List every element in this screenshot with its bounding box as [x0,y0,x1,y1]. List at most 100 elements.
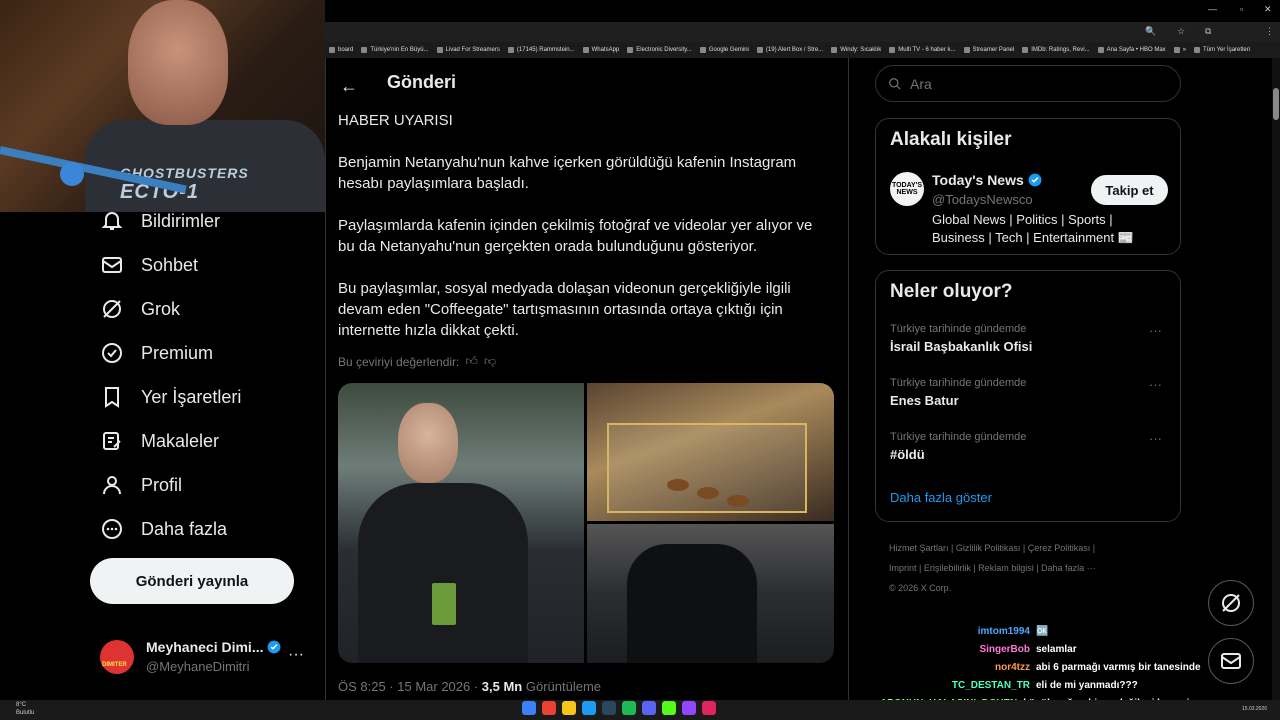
bookmark-favicon-icon [582,47,589,53]
zoom-icon[interactable]: 🔍 [1145,26,1156,37]
thumbs-down-icon[interactable]: 👎︎ [484,354,496,369]
bookmark-favicon-icon [699,47,706,53]
account-switcher[interactable]: DIMITER Meyhaneci Dimi... @MeyhaneDimitr… [100,636,320,676]
chat-username: TC_DESTAN_TR [951,680,1030,691]
trend-item[interactable]: Türkiye tarihinde gündemde İsrail Başbak… [890,323,1170,354]
extension-icon[interactable]: ⧉ [1205,26,1211,37]
bookmark-favicon-icon [627,47,634,53]
show-more-link[interactable]: Daha fazla göster [890,490,992,505]
post-button[interactable]: Gönderi yayınla [90,558,294,604]
tweet-paragraph: Benjamin Netanyahu'nun kahve içerken gör… [338,154,797,192]
search-input[interactable]: Ara [875,65,1181,102]
bookmark-item[interactable]: Windy: Sıcaklık [831,47,881,53]
bookmark-favicon-icon [963,47,970,53]
minimize-icon[interactable]: — [1208,4,1217,14]
chat-text: selamlar [1036,644,1077,655]
bookmark-item[interactable]: WhatsApp [582,47,619,53]
bookmark-item[interactable]: (19) Alert Box / Stre... [756,47,823,53]
trend-item[interactable]: Türkiye tarihinde gündemde Enes Batur ··… [890,377,1170,408]
app-icon[interactable] [702,701,716,715]
chat-username: nor4tzz [995,662,1030,673]
related-name[interactable]: Today's News [932,172,1042,188]
bookmarks-bar: board Türkiye'nin En Büyü... Livad For Str… [325,42,1280,58]
nav-item-makaleler[interactable]: Makaleler [100,429,219,453]
start-icon[interactable] [522,701,536,715]
card-title: Neler oluyor? [890,281,1013,302]
photo[interactable] [587,524,834,663]
bookmark-item[interactable]: Multi TV - 6 haber k... [889,47,956,53]
bookmark-item[interactable]: Tüm Yer İşaretleri [1194,47,1250,53]
photo-pastry [727,495,749,507]
twitch-icon[interactable] [682,701,696,715]
chat-message: TC_DESTAN_TR eli de mi yanmadı??? [880,680,1220,696]
grok-button[interactable] [1208,580,1254,626]
address-bar-area[interactable]: 🔍 ☆ ⧉ ⋮ [325,22,1280,42]
bookmark-item[interactable]: Türkiye'nin En Büyü... [361,47,429,53]
related-bio: Global News | Politics | Sports | Busine… [932,212,1134,245]
more-icon[interactable]: ··· [1149,323,1162,338]
nav-item-sohbet[interactable]: Sohbet [100,253,198,277]
avatar: DIMITER [100,640,134,674]
photo-person [627,544,757,663]
app-icon[interactable] [582,701,596,715]
bookmark-favicon-icon [1097,47,1104,53]
app-icon[interactable] [662,701,676,715]
scrollbar-thumb[interactable] [1273,88,1279,120]
nav-item-yer-i̇şaretleri[interactable]: Yer İşaretleri [100,385,241,409]
chrome-icon[interactable] [542,701,556,715]
bookmark-item[interactable]: board [329,47,353,53]
more-icon[interactable]: ··· [1149,377,1162,392]
photo[interactable] [587,383,834,521]
bookmark-item[interactable]: Google Gemini [699,47,749,53]
nav-item-grok[interactable]: Grok [100,297,180,321]
profile-name: Meyhaneci Dimi... [146,639,281,655]
mail-icon [1221,653,1241,669]
bookmark-favicon-icon [1194,47,1201,53]
maximize-icon[interactable]: ▫ [1240,4,1243,14]
left-navigation: Bildirimler Sohbet Grok Premium Yer İşaretle… [0,209,325,687]
bookmark-favicon-icon [329,47,335,53]
bookmark-item[interactable]: Livad For Streamers [436,47,500,53]
photo[interactable] [338,383,584,663]
bookmark-item[interactable]: » [1173,47,1186,53]
scrollbar[interactable] [1272,58,1280,700]
todays-news-avatar[interactable]: TODAY'S NEWS [890,172,924,206]
tweet-media[interactable] [338,383,834,663]
bookmark-item[interactable]: IMDb: Ratings, Revi... [1022,47,1090,53]
more-icon[interactable]: ··· [1149,431,1162,446]
trend-item[interactable]: Türkiye tarihinde gündemde #öldü ··· [890,431,1170,462]
bookmark-item[interactable]: (17145) Rammstein... [507,47,575,53]
weather-widget[interactable]: 8°C Bulutlu [16,701,34,717]
star-icon[interactable]: ☆ [1177,26,1185,37]
nav-item-premium[interactable]: Premium [100,341,213,365]
verified-badge-icon [102,343,122,363]
steam-icon[interactable] [602,701,616,715]
verified-badge-icon [268,640,281,654]
chat-username: imtom1994 [977,626,1030,637]
related-handle: @TodaysNewsco [932,192,1033,207]
discord-icon[interactable] [642,701,656,715]
back-arrow-icon[interactable]: ← [340,76,358,97]
related-people-card: Alakalı kişiler TODAY'S NEWS Today's New… [875,118,1181,255]
thumbs-up-icon[interactable]: 👍︎ [465,354,478,369]
nav-item-profil[interactable]: Profil [100,473,182,497]
bookmark-item[interactable]: Ana Sayfa • HBO Max [1097,47,1166,53]
bookmark-item[interactable]: Electronic Diversity... [627,47,692,53]
spotify-icon[interactable] [622,701,636,715]
person-icon [103,476,121,495]
bookmark-favicon-icon [756,47,763,53]
follow-button[interactable]: Takip et [1091,175,1168,205]
profile-handle: @MeyhaneDimitri [146,659,250,674]
more-icon[interactable]: ··· [288,646,304,664]
folder-icon[interactable] [562,701,576,715]
nav-item-label: Grok [141,298,181,319]
bookmark-item[interactable]: Streamer Panel [963,47,1014,53]
photo-display-case [607,423,807,513]
search-icon [889,77,901,90]
nav-item-daha-fazla[interactable]: Daha fazla [100,517,227,541]
nav-item-bildirimler[interactable]: Bildirimler [100,209,220,233]
close-icon[interactable]: ✕ [1264,4,1272,15]
photo-pastry [697,487,719,499]
menu-icon[interactable]: ⋮ [1265,26,1274,37]
chat-username: SingerBob [979,644,1030,655]
